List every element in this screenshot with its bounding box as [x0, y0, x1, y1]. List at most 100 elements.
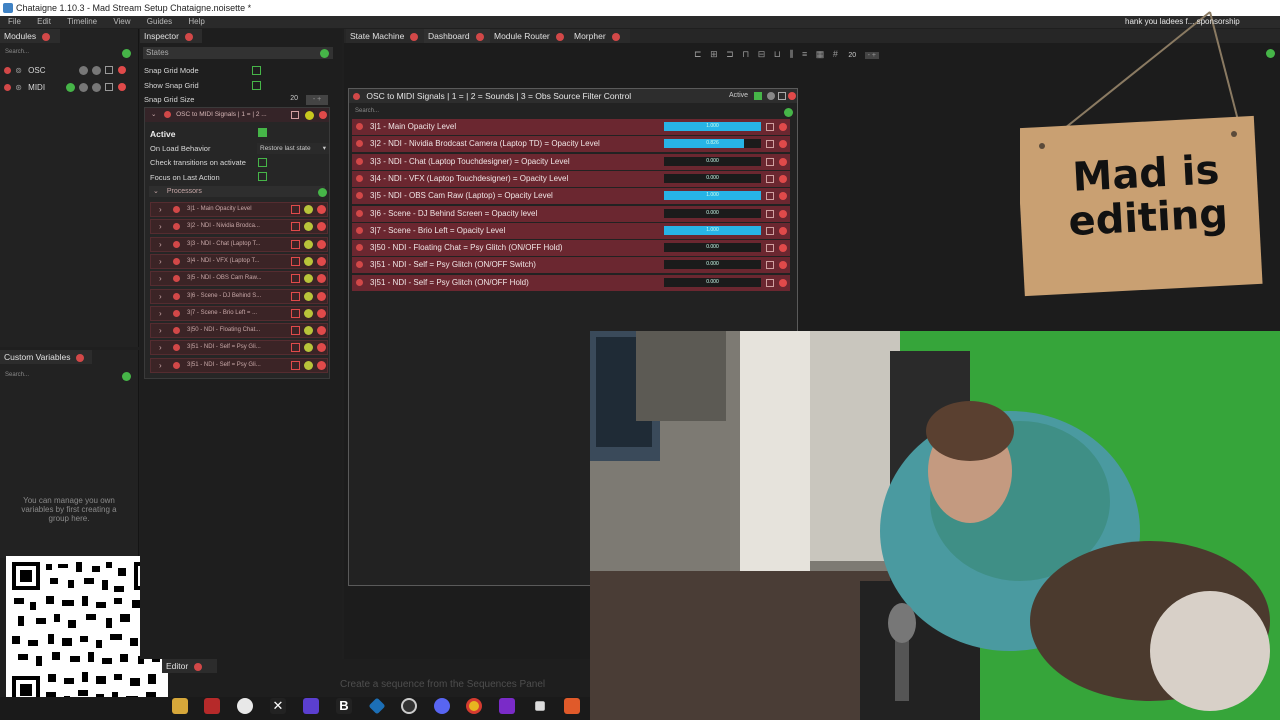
inspector-tab[interactable]: Inspector: [140, 29, 202, 43]
signal-box-icon[interactable]: [766, 174, 774, 183]
processor-row[interactable]: › 3|51 - NDI - Self = Psy Gli...: [150, 357, 328, 373]
white-app-icon[interactable]: [535, 701, 545, 711]
processor-add-icon[interactable]: [304, 343, 313, 353]
processor-box-icon[interactable]: [291, 274, 300, 284]
voicemeeter-icon[interactable]: [204, 698, 220, 714]
chevron-right-icon[interactable]: ›: [159, 238, 162, 251]
align-center-h-icon[interactable]: ⊞: [710, 49, 718, 59]
signal-row[interactable]: 3|50 - NDI - Floating Chat = Psy Glitch …: [352, 240, 790, 257]
menu-view[interactable]: View: [113, 16, 130, 28]
processor-add-icon[interactable]: [304, 326, 313, 336]
power-icon[interactable]: [353, 93, 360, 101]
signal-remove-icon[interactable]: [779, 278, 787, 287]
processor-remove-icon[interactable]: [317, 274, 326, 284]
signal-row[interactable]: 3|2 - NDI - Nividia Brodcast Camera (Lap…: [352, 136, 790, 153]
signal-remove-icon[interactable]: [779, 174, 787, 183]
active-checkbox[interactable]: [258, 128, 267, 137]
signal-box-icon[interactable]: [766, 192, 774, 201]
state-node-search-input[interactable]: Search...: [355, 108, 379, 114]
signal-remove-icon[interactable]: [779, 192, 787, 201]
chevron-right-icon[interactable]: ›: [159, 255, 162, 268]
purple-app-icon[interactable]: [499, 698, 515, 714]
align-top-icon[interactable]: ⊓: [742, 49, 749, 59]
processor-add-icon[interactable]: [304, 360, 313, 370]
chevron-right-icon[interactable]: ›: [159, 324, 162, 337]
processor-box-icon[interactable]: [291, 343, 300, 353]
menu-file[interactable]: File: [8, 16, 21, 28]
signal-remove-icon[interactable]: [779, 140, 787, 149]
state-box-icon[interactable]: [291, 111, 299, 119]
state-node-add-icon[interactable]: [784, 108, 793, 117]
chevron-right-icon[interactable]: ›: [159, 272, 162, 285]
processor-box-icon[interactable]: [291, 222, 300, 232]
custom-variables-search-input[interactable]: Search...: [5, 372, 29, 378]
processor-remove-icon[interactable]: [317, 205, 326, 214]
menu-guides[interactable]: Guides: [147, 16, 172, 28]
chevron-right-icon[interactable]: ›: [159, 203, 162, 216]
signal-remove-icon[interactable]: [779, 244, 787, 253]
settings-box-icon[interactable]: [105, 66, 113, 74]
chevron-down-icon[interactable]: ⌄: [153, 188, 159, 195]
signal-remove-icon[interactable]: [779, 123, 787, 131]
x-app-icon[interactable]: ✕: [270, 698, 286, 714]
signal-box-icon[interactable]: [766, 157, 774, 166]
processor-row[interactable]: › 3|7 - Scene - Brio Left = ...: [150, 305, 328, 321]
signal-box-icon[interactable]: [766, 123, 774, 131]
processor-remove-icon[interactable]: [317, 239, 326, 249]
processor-row[interactable]: › 3|4 - NDI - VFX (Laptop T...: [150, 253, 328, 269]
state-header[interactable]: ⌄ OSC to MIDI Signals | 1 = | 2 ...: [145, 108, 329, 122]
close-icon[interactable]: [611, 32, 620, 41]
align-right-icon[interactable]: ⊐: [726, 49, 734, 59]
processor-row[interactable]: › 3|50 - NDI - Floating Chat...: [150, 323, 328, 339]
processor-remove-icon[interactable]: [317, 256, 326, 266]
value-slider[interactable]: 0.000: [664, 173, 761, 183]
brave-icon[interactable]: [564, 698, 580, 714]
tab-dashboard[interactable]: Dashboard: [424, 29, 490, 43]
processor-add-icon[interactable]: [304, 256, 313, 266]
power-icon[interactable]: [173, 327, 180, 335]
on-load-behavior-select[interactable]: Restore last state ▾: [257, 143, 329, 154]
processors-header[interactable]: ⌄ Processors: [149, 186, 325, 197]
signal-remove-icon[interactable]: [779, 226, 787, 235]
processor-box-icon[interactable]: [291, 360, 300, 370]
power-icon[interactable]: [4, 67, 11, 75]
processor-add-icon[interactable]: [304, 291, 313, 301]
signal-row[interactable]: 3|7 - Scene - Brio Left = Opacity Level 1…: [352, 222, 790, 239]
power-icon[interactable]: [4, 84, 11, 92]
state-add-icon[interactable]: [305, 111, 314, 120]
processor-row[interactable]: › 3|5 - NDI - OBS Cam Raw...: [150, 271, 328, 287]
tab-state-machine[interactable]: State Machine: [346, 29, 424, 43]
processor-box-icon[interactable]: [291, 308, 300, 318]
signal-row[interactable]: 3|1 - Main Opacity Level 1.000: [352, 119, 790, 135]
grid-app-icon[interactable]: [303, 698, 319, 714]
bold-app-icon[interactable]: B: [336, 698, 352, 714]
processor-box-icon[interactable]: [291, 291, 300, 301]
modules-tab[interactable]: Modules: [0, 29, 60, 43]
power-icon[interactable]: [356, 174, 363, 182]
processor-add-icon[interactable]: [304, 205, 313, 214]
menu-timeline[interactable]: Timeline: [67, 16, 97, 28]
sequence-editor-tab[interactable]: Editor: [162, 659, 217, 673]
grid-size-stepper[interactable]: - +: [864, 52, 880, 59]
distribute-h-icon[interactable]: ⫼: [789, 49, 793, 59]
processor-box-icon[interactable]: [291, 326, 300, 336]
custom-variables-tab[interactable]: Custom Variables: [0, 350, 92, 364]
power-icon[interactable]: [356, 157, 363, 165]
snap-grid-icon[interactable]: #: [833, 49, 838, 59]
menu-help[interactable]: Help: [188, 16, 204, 28]
chevron-right-icon[interactable]: ›: [159, 307, 162, 320]
align-bottom-icon[interactable]: ⊔: [774, 49, 781, 59]
settings-box-icon[interactable]: [105, 83, 113, 91]
state-node-header[interactable]: OSC to MIDI Signals | 1 = | 2 = Sounds |…: [349, 89, 797, 103]
value-slider[interactable]: 1.000: [664, 122, 761, 131]
processor-box-icon[interactable]: [291, 239, 300, 249]
chevron-right-icon[interactable]: ›: [159, 220, 162, 233]
close-icon[interactable]: [194, 662, 203, 671]
signal-box-icon[interactable]: [766, 261, 774, 270]
obs-icon[interactable]: [237, 698, 253, 714]
chrome-icon[interactable]: [466, 698, 482, 714]
value-slider[interactable]: 1.000: [664, 191, 761, 201]
close-icon[interactable]: [42, 32, 51, 41]
value-slider[interactable]: 0.000: [664, 156, 761, 166]
power-icon[interactable]: [173, 309, 180, 317]
